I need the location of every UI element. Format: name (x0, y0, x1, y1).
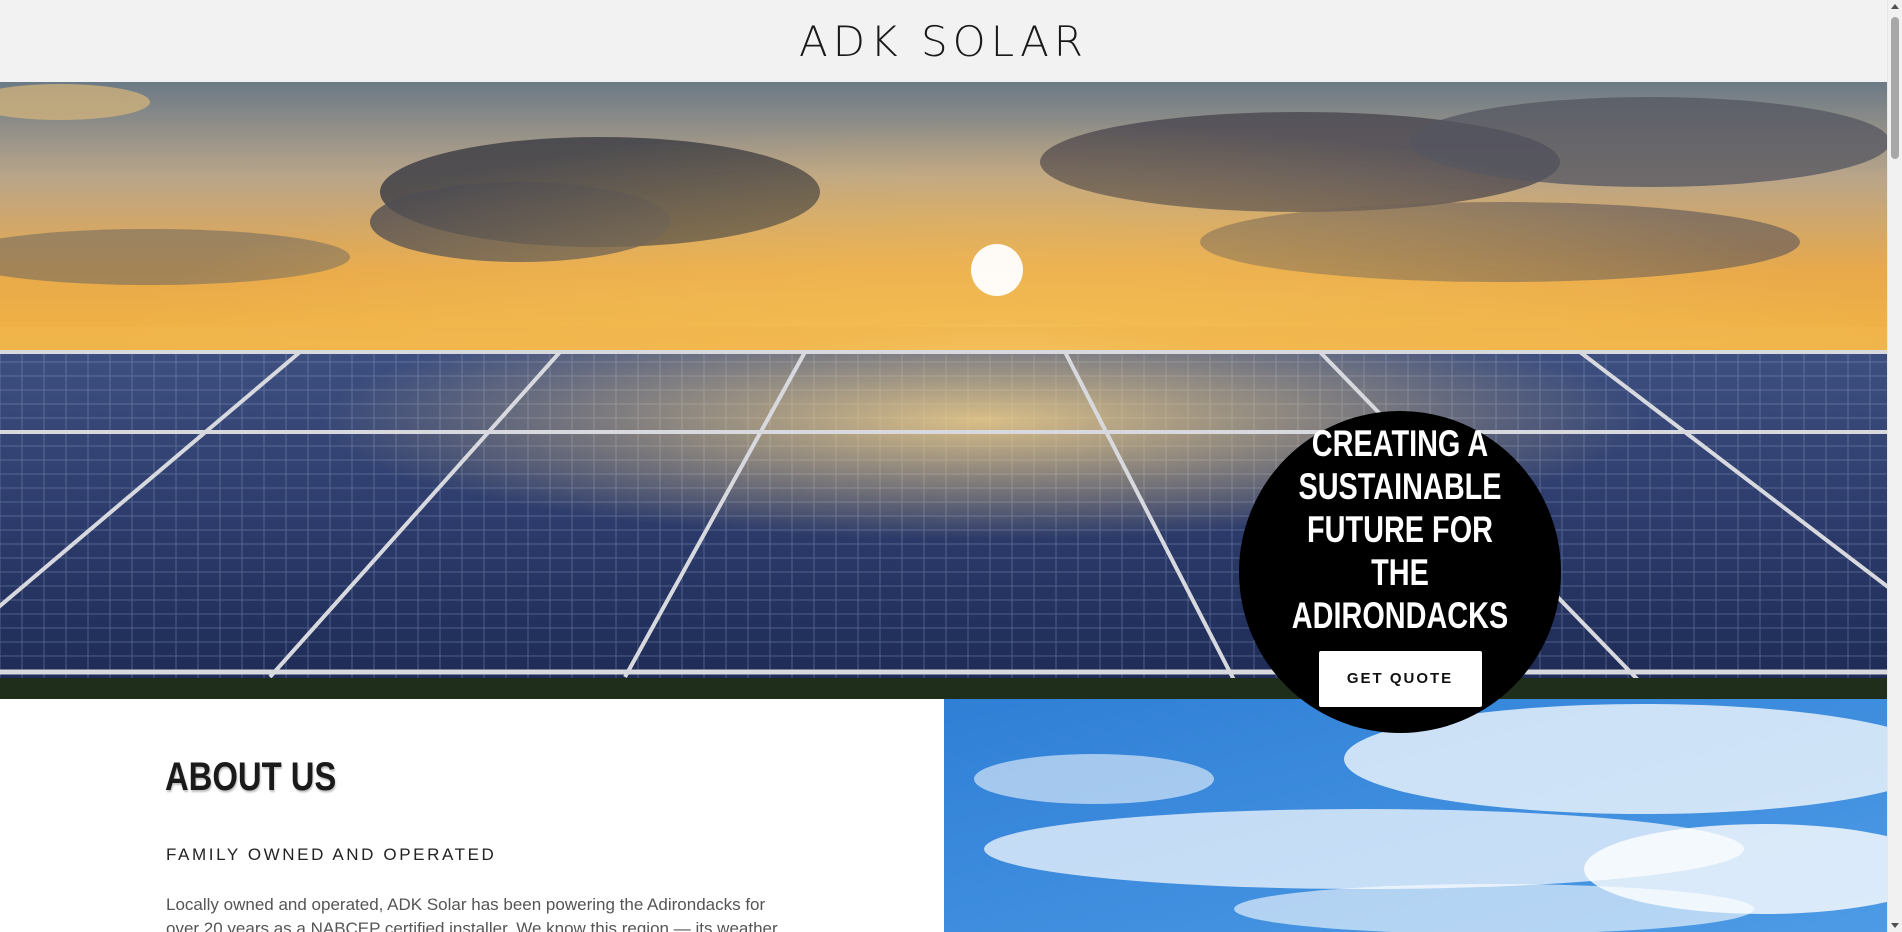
page: ADK SOLAR CREATING A SUSTAINABLE FUTURE … (0, 0, 1902, 932)
about-subheading: FAMILY OWNED AND OPERATED (166, 845, 497, 864)
get-quote-button[interactable]: GET QUOTE (1318, 650, 1482, 707)
about-section: ABOUT US FAMILY OWNED AND OPERATED Local… (0, 699, 944, 932)
hero-banner (0, 82, 1887, 699)
site-logo[interactable]: ADK SOLAR (799, 17, 1088, 66)
page-scrollbar[interactable] (1887, 0, 1902, 932)
hero-badge-title: CREATING A SUSTAINABLE FUTURE FOR THE AD… (1291, 422, 1509, 636)
hero-badge: CREATING A SUSTAINABLE FUTURE FOR THE AD… (1239, 411, 1561, 733)
scroll-down-icon[interactable] (1891, 923, 1899, 928)
about-heading: ABOUT US (165, 755, 337, 799)
sky-image-panel (944, 699, 1887, 932)
site-header: ADK SOLAR (0, 0, 1887, 82)
blue-sky-clouds-image (944, 699, 1887, 932)
scroll-thumb[interactable] (1891, 17, 1899, 159)
scroll-up-icon[interactable] (1891, 4, 1899, 9)
solar-panels-sunset-image (0, 82, 1887, 699)
about-body-text: Locally owned and operated, ADK Solar ha… (166, 895, 782, 932)
